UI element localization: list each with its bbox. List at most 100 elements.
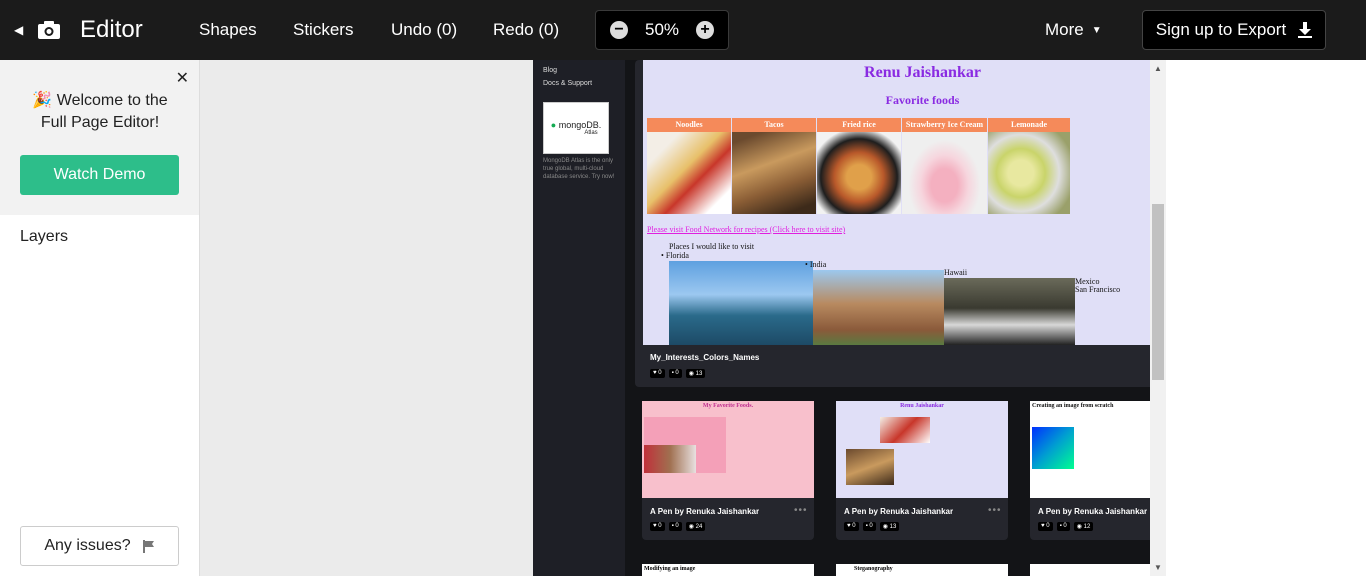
like-count[interactable]: ♥ 0	[844, 522, 859, 531]
blog-link[interactable]: Blog	[543, 67, 557, 74]
zoom-control: − 50% +	[595, 10, 729, 50]
pen-preview[interactable]: Renu Jaishankar	[836, 401, 1008, 498]
redo-button[interactable]: Redo (0)	[493, 0, 559, 60]
comment-count[interactable]: ▪ 0	[862, 522, 876, 531]
comment-icon: ▪	[671, 523, 674, 529]
export-label: Sign up to Export	[1155, 20, 1287, 39]
comment-count[interactable]: ▪ 0	[668, 522, 682, 531]
editor-canvas: Blog Docs & Support ● mongoDB. Atlas Mon…	[200, 60, 1216, 576]
food-network-link[interactable]: Please visit Food Network for recipes (C…	[647, 225, 845, 234]
welcome-line-2: Full Page Editor!	[40, 114, 160, 131]
welcome-line-1: Welcome to the	[56, 92, 168, 109]
food-column: Fried rice	[817, 118, 901, 214]
preview-image	[644, 445, 696, 473]
scrollbar-thumb[interactable]	[1152, 204, 1164, 380]
food-header: Lemonade	[988, 118, 1070, 132]
party-icon: 🎉	[32, 92, 53, 109]
zoom-in-button[interactable]: +	[696, 21, 714, 39]
like-count[interactable]: ♥ 0	[1038, 522, 1053, 531]
pen-preview[interactable]: My Favorite Foods.	[642, 401, 814, 498]
editor-title: Editor	[80, 16, 143, 43]
india-image	[813, 270, 944, 345]
like-count[interactable]: ♥ 0	[650, 369, 665, 378]
export-button[interactable]: Sign up to Export	[1142, 10, 1326, 50]
pen-preview[interactable]: Renu Jaishankar Favorite foods Noodles T…	[643, 60, 1202, 345]
site-sidebar: Blog Docs & Support ● mongoDB. Atlas Mon…	[533, 60, 625, 576]
pen-preview[interactable]: Steganography	[836, 564, 1008, 576]
like-count[interactable]: ♥ 0	[650, 522, 665, 531]
heart-icon: ♥	[847, 523, 851, 529]
fried-rice-image	[817, 132, 901, 214]
pen-preview[interactable]: Modifying an image	[642, 564, 814, 576]
any-issues-button[interactable]: Any issues?	[20, 526, 179, 566]
view-count: ◉ 24	[685, 522, 706, 531]
preview-name: Renu Jaishankar	[864, 64, 981, 81]
ice-cream-image	[902, 132, 987, 214]
atlas-label: Atlas	[584, 130, 598, 136]
mongodb-ad[interactable]: ● mongoDB. Atlas	[543, 102, 609, 154]
preview-title: My Favorite Foods.	[702, 403, 754, 409]
eye-icon: ◉	[688, 524, 694, 530]
food-table: Noodles Tacos Fried rice Strawberry Ice …	[647, 118, 1071, 214]
food-header: Fried rice	[817, 118, 901, 132]
scroll-down-icon[interactable]: ▼	[1154, 563, 1162, 572]
more-menu[interactable]: More ▼	[1045, 0, 1102, 60]
comment-icon: ▪	[671, 370, 674, 376]
download-icon	[1298, 22, 1313, 38]
food-header: Tacos	[732, 118, 816, 132]
place-india: • India	[805, 260, 827, 269]
zoom-out-button[interactable]: −	[610, 21, 628, 39]
pen-stats: ♥ 0 ▪ 0 ◉ 12	[1038, 522, 1094, 531]
hawaii-image	[944, 278, 1075, 345]
pen-card[interactable]: Renu Jaishankar A Pen by Renuka Jaishank…	[836, 401, 1008, 540]
preview-gradient-image	[1032, 427, 1074, 469]
comment-count[interactable]: ▪ 0	[1056, 522, 1070, 531]
pen-card-main[interactable]: Renu Jaishankar Favorite foods Noodles T…	[635, 60, 1208, 387]
issues-label: Any issues?	[44, 537, 131, 554]
vertical-scrollbar[interactable]: ▲ ▼	[1150, 60, 1166, 576]
undo-button[interactable]: Undo (0)	[391, 0, 457, 60]
back-arrow-icon[interactable]: ◀	[14, 0, 28, 60]
pen-stats: ♥ 0 ▪ 0 ◉ 24	[650, 522, 706, 531]
more-options-icon[interactable]: •••	[794, 505, 808, 516]
pen-title[interactable]: A Pen by Renuka Jaishankar	[1038, 507, 1147, 516]
place-san-francisco: San Francisco	[1075, 285, 1121, 294]
flag-icon	[142, 539, 154, 553]
place-hawaii: Hawaii	[944, 268, 968, 277]
lemonade-image	[988, 132, 1070, 214]
pen-title[interactable]: A Pen by Renuka Jaishankar	[650, 507, 759, 516]
view-count: ◉ 13	[879, 522, 900, 531]
pen-card[interactable]: My Favorite Foods. A Pen by Renuka Jaish…	[642, 401, 814, 540]
food-column: Lemonade	[988, 118, 1070, 214]
heart-icon: ♥	[653, 370, 657, 376]
food-header: Noodles	[647, 118, 731, 132]
view-count: ◉ 13	[685, 369, 706, 378]
tacos-image	[732, 132, 816, 214]
pen-title[interactable]: A Pen by Renuka Jaishankar	[844, 507, 953, 516]
heart-icon: ♥	[1041, 523, 1045, 529]
docs-link[interactable]: Docs & Support	[543, 80, 592, 87]
noodles-image	[647, 132, 731, 214]
more-label: More	[1045, 20, 1084, 39]
pen-title[interactable]: My_Interests_Colors_Names	[650, 353, 759, 362]
pen-stats: ♥ 0 ▪ 0 ◉ 13	[844, 522, 900, 531]
welcome-text: 🎉 Welcome to the Full Page Editor!	[10, 90, 190, 134]
eye-icon: ◉	[688, 371, 694, 377]
view-count: ◉ 12	[1073, 522, 1094, 531]
zoom-level: 50%	[644, 20, 680, 39]
more-options-icon[interactable]: •••	[988, 505, 1002, 516]
food-column: Tacos	[732, 118, 816, 214]
layers-label: Layers	[20, 228, 69, 245]
shapes-menu[interactable]: Shapes	[199, 0, 257, 60]
camera-icon[interactable]	[38, 0, 60, 60]
eye-icon: ◉	[1076, 524, 1082, 530]
scroll-up-icon[interactable]: ▲	[1154, 64, 1162, 73]
close-icon[interactable]: ✕	[176, 68, 189, 88]
comment-count[interactable]: ▪ 0	[668, 369, 682, 378]
stickers-menu[interactable]: Stickers	[293, 0, 353, 60]
comment-icon: ▪	[865, 523, 868, 529]
eye-icon: ◉	[882, 524, 888, 530]
watch-demo-button[interactable]: Watch Demo	[20, 155, 179, 195]
chevron-down-icon: ▼	[1091, 24, 1102, 36]
page-screenshot: Blog Docs & Support ● mongoDB. Atlas Mon…	[533, 60, 1216, 576]
